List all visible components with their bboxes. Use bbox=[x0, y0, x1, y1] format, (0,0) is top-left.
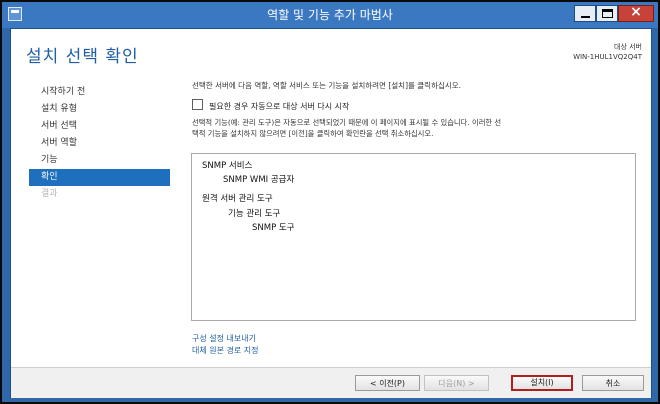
note-line-2: 택적 기능을 설치하지 않으려면 [이전]을 클릭하여 확인란을 선택 취소하십… bbox=[192, 129, 434, 138]
sidebar-item-results: 결과 bbox=[41, 189, 58, 199]
note-line-1: 선택적 기능(예: 관리 도구)은 자동으로 선택되었기 때문에 이 페이지에 … bbox=[192, 118, 502, 127]
minimize-button[interactable] bbox=[574, 5, 596, 22]
feature-item-rsat: 원격 서버 관리 도구 bbox=[202, 194, 273, 204]
export-settings-link[interactable]: 구성 설정 내보내기 bbox=[192, 333, 256, 344]
alternate-source-link[interactable]: 대체 원본 경로 지정 bbox=[192, 345, 259, 356]
destination-server-label: 대상 서버 bbox=[614, 43, 642, 51]
install-button[interactable]: 설치(I) bbox=[511, 375, 573, 391]
title-bar[interactable]: 역할 및 기능 추가 마법사 × bbox=[2, 2, 658, 28]
wizard-content: 설치 선택 확인 대상 서버 WIN-1HUL1VQ2Q4T 시작하기 전 설치… bbox=[10, 28, 652, 398]
restart-option[interactable]: 필요한 경우 자동으로 대상 서버 다시 시작 bbox=[192, 99, 349, 112]
wizard-footer: < 이전(P) 다음(N) > 설치(I) 취소 bbox=[11, 367, 651, 398]
install-instruction-text: 선택한 서버에 다음 역할, 역할 서비스 또는 기능을 설치하려면 [설치]를… bbox=[192, 81, 462, 90]
close-button[interactable]: × bbox=[618, 4, 654, 22]
page-title: 설치 선택 확인 bbox=[26, 47, 139, 67]
minimize-icon bbox=[581, 16, 590, 18]
sidebar-item-server-selection[interactable]: 서버 선택 bbox=[29, 118, 170, 135]
destination-server-name: WIN-1HUL1VQ2Q4T bbox=[573, 53, 642, 61]
close-icon: × bbox=[630, 4, 642, 20]
wizard-steps-sidebar: 시작하기 전 설치 유형 서버 선택 서버 역할 기능 확인 결과 bbox=[29, 84, 170, 203]
feature-item-feature-admin-tools: 기능 관리 도구 bbox=[228, 209, 281, 219]
restart-checkbox-label: 필요한 경우 자동으로 대상 서버 다시 시작 bbox=[209, 102, 350, 111]
next-button: 다음(N) > bbox=[424, 375, 489, 391]
sidebar-item-before-you-begin[interactable]: 시작하기 전 bbox=[29, 84, 170, 101]
sidebar-item-installation-type[interactable]: 설치 유형 bbox=[29, 101, 170, 118]
maximize-button[interactable] bbox=[596, 5, 618, 22]
cancel-button[interactable]: 취소 bbox=[582, 375, 644, 391]
feature-item-snmp-tools: SNMP 도구 bbox=[252, 223, 295, 233]
sidebar-item-server-roles[interactable]: 서버 역할 bbox=[29, 135, 170, 152]
feature-item-snmp-wmi-provider: SNMP WMI 공급자 bbox=[223, 175, 295, 185]
wizard-window: 역할 및 기능 추가 마법사 × 설치 선택 확인 대상 서버 WIN-1HUL… bbox=[0, 0, 660, 404]
sidebar-item-confirmation[interactable]: 확인 bbox=[29, 169, 170, 186]
selected-features-list[interactable]: SNMP 서비스 SNMP WMI 공급자 원격 서버 관리 도구 기능 관리 … bbox=[191, 153, 636, 321]
sidebar-item-features[interactable]: 기능 bbox=[29, 152, 170, 169]
maximize-icon bbox=[602, 9, 613, 18]
feature-item-snmp-service: SNMP 서비스 bbox=[202, 161, 253, 171]
optional-features-note: 선택적 기능(예: 관리 도구)은 자동으로 선택되었기 때문에 이 페이지에 … bbox=[192, 117, 642, 139]
window-title: 역할 및 기능 추가 마법사 bbox=[267, 8, 393, 22]
previous-button[interactable]: < 이전(P) bbox=[355, 375, 420, 391]
confirmation-panel: 선택한 서버에 다음 역할, 역할 서비스 또는 기능을 설치하려면 [설치]를… bbox=[192, 80, 642, 138]
restart-checkbox[interactable] bbox=[192, 99, 203, 110]
